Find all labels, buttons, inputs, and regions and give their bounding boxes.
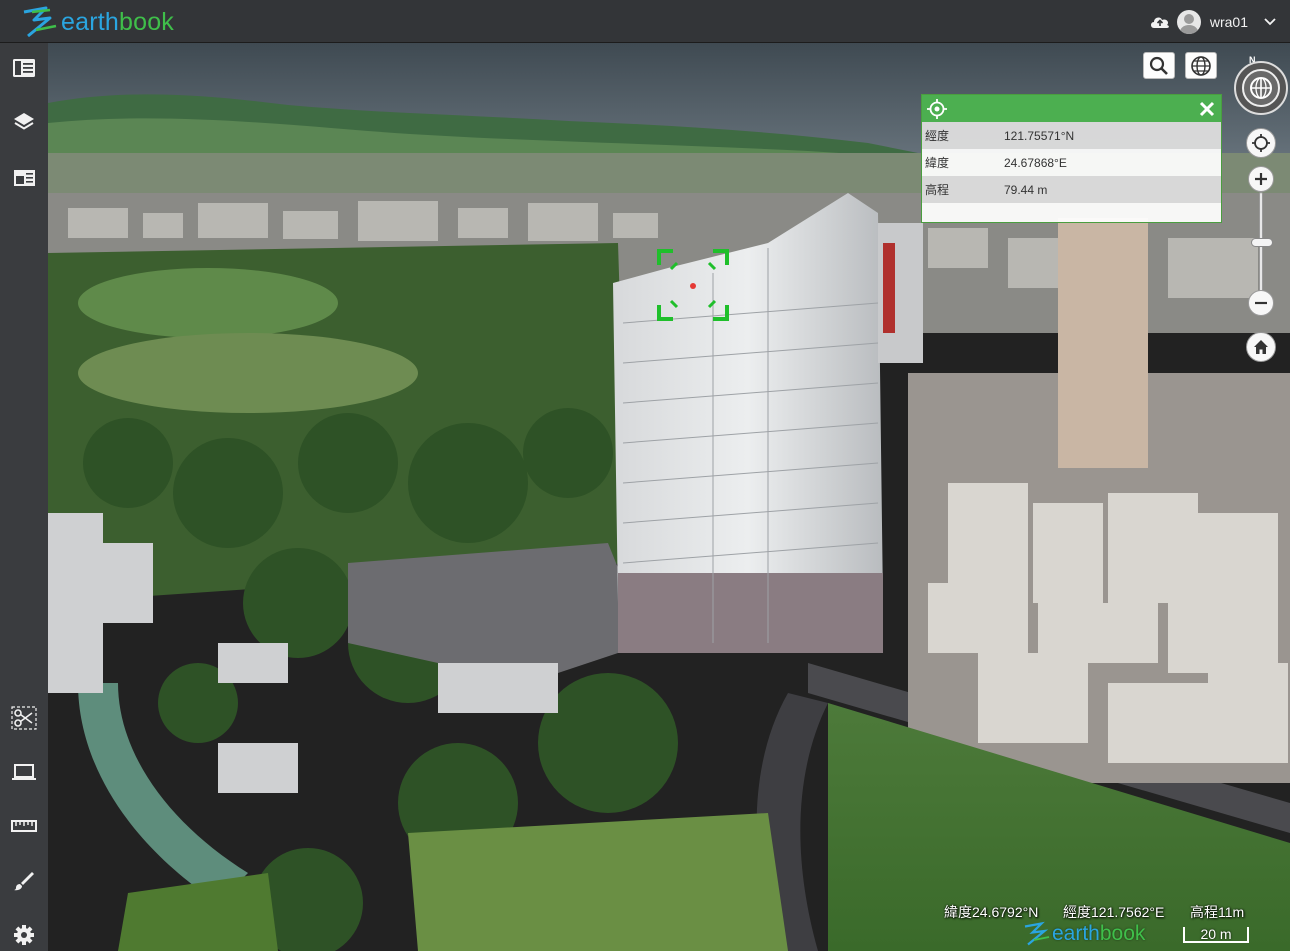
chevron-down-icon[interactable] — [1264, 18, 1276, 26]
logo-text-earth: earth — [61, 7, 119, 36]
left-toolbar — [0, 43, 48, 951]
close-icon[interactable] — [1198, 100, 1216, 118]
zoom-out-button[interactable] — [1248, 290, 1274, 316]
ruler-icon — [11, 820, 37, 832]
layers-button[interactable] — [8, 107, 40, 137]
target-marker — [657, 249, 729, 321]
minus-icon — [1255, 301, 1267, 305]
measure-button[interactable] — [8, 811, 40, 841]
zoom-slider-handle[interactable] — [1251, 238, 1273, 247]
app-logo[interactable]: earthbook — [20, 6, 174, 38]
zoom-in-button[interactable] — [1248, 166, 1274, 192]
app-logo-text: earthbook — [61, 8, 174, 37]
crosshair-icon — [1252, 134, 1270, 152]
info-row-longitude: 經度 121.75571°N — [922, 122, 1221, 149]
cloud-upload-icon[interactable] — [1149, 13, 1171, 31]
reader-icon — [14, 170, 35, 186]
logo-text-book: book — [118, 7, 174, 36]
clip-button[interactable] — [8, 703, 40, 733]
scale-bar: 20 m — [1183, 927, 1249, 943]
display-button[interactable] — [8, 757, 40, 787]
compass-icon[interactable]: N — [1232, 54, 1290, 116]
app-root: earthbook wra01 N 經度 121.75571°N 緯度 24.6… — [0, 0, 1290, 951]
plus-icon — [1255, 173, 1267, 185]
panel-toggle-button[interactable] — [8, 53, 40, 83]
earthbook-logo-icon — [23, 6, 57, 38]
crosshair-icon — [927, 98, 947, 119]
status-elevation: 高程11m — [1190, 904, 1245, 920]
globe-button[interactable] — [1185, 52, 1217, 79]
draw-button[interactable] — [8, 866, 40, 896]
user-avatar-icon[interactable] — [1176, 10, 1201, 34]
settings-button[interactable] — [8, 920, 40, 950]
locate-button[interactable] — [1246, 128, 1276, 158]
watermark-logo: earth book — [1022, 921, 1145, 947]
info-panel-header — [922, 95, 1221, 122]
home-button[interactable] — [1246, 332, 1276, 362]
scissors-icon — [11, 706, 37, 730]
brush-icon — [14, 872, 34, 891]
info-rows: 經度 121.75571°N 緯度 24.67868°E 高程 79.44 m — [922, 122, 1221, 203]
info-label: 經度 — [925, 129, 950, 143]
panel-toggle-icon — [13, 59, 35, 77]
search-button[interactable] — [1143, 52, 1175, 79]
username[interactable]: wra01 — [1210, 14, 1248, 30]
info-value: 24.67868°E — [1004, 155, 1067, 170]
info-value: 79.44 m — [1004, 182, 1048, 197]
top-bar: earthbook wra01 — [0, 0, 1290, 43]
reader-button[interactable] — [8, 163, 40, 193]
status-longitude: 經度121.7562°E — [1063, 904, 1165, 920]
user-menu[interactable]: wra01 — [1149, 8, 1276, 36]
info-row-elevation: 高程 79.44 m — [922, 176, 1221, 203]
search-icon — [1149, 56, 1168, 75]
coordinate-info-panel: 經度 121.75571°N 緯度 24.67868°E 高程 79.44 m — [921, 94, 1222, 223]
watermark-text-earth: earth — [1052, 922, 1100, 945]
info-value: 121.75571°N — [1004, 128, 1075, 143]
monitor-icon — [12, 764, 36, 780]
watermark-text-book: book — [1099, 922, 1146, 945]
status-latitude: 緯度24.6792°N — [944, 904, 1039, 920]
info-label: 高程 — [925, 183, 950, 197]
globe-icon — [1191, 55, 1211, 76]
earthbook-logo-icon — [1024, 921, 1050, 946]
home-icon — [1254, 340, 1268, 354]
info-row-latitude: 緯度 24.67868°E — [922, 149, 1221, 176]
info-label: 緯度 — [925, 156, 950, 170]
gear-icon — [14, 925, 34, 945]
layers-icon — [14, 113, 34, 130]
